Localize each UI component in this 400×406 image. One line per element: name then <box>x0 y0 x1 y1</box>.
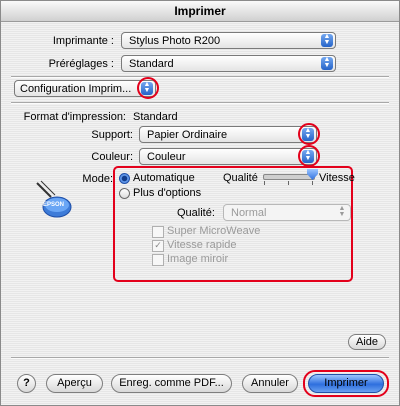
panel-select[interactable]: Configuration Imprim... ▲ ▼ <box>14 80 156 97</box>
vitesse-rapide-label: Vitesse rapide <box>167 239 237 251</box>
support-label: Support: <box>91 129 133 141</box>
radio-more-options[interactable] <box>119 188 130 199</box>
super-microweave-label: Super MicroWeave <box>167 225 261 237</box>
preview-button[interactable]: Aperçu <box>46 374 103 393</box>
panel-value: Configuration Imprim... <box>20 83 132 95</box>
slider-tick <box>264 181 265 185</box>
title-bar: Imprimer <box>1 1 399 22</box>
epson-printer-icon: EPSON <box>31 177 75 221</box>
radio-automatic[interactable] <box>119 173 130 184</box>
presets-select[interactable]: Standard ▲ ▼ <box>121 55 336 72</box>
printer-label: Imprimante : <box>52 35 114 47</box>
help-icon[interactable]: ? <box>17 374 36 393</box>
epson-logo-text: EPSON <box>43 202 65 208</box>
save-pdf-button[interactable]: Enreg. comme PDF... <box>111 374 232 393</box>
print-dialog: Imprimer Imprimante : Stylus Photo R200 … <box>0 0 400 406</box>
radio-automatic-label: Automatique <box>133 172 195 184</box>
printer-select[interactable]: Stylus Photo R200 ▲ ▼ <box>121 32 336 49</box>
help-small-button[interactable]: Aide <box>348 334 386 350</box>
checkbox-vitesse-rapide[interactable]: ✓ <box>152 240 164 252</box>
updown-arrows-icon: ▲ ▼ <box>338 205 346 218</box>
quality-label: Qualité: <box>177 207 215 219</box>
updown-arrows-icon: ▲ ▼ <box>321 56 333 70</box>
highlight-box <box>303 370 389 397</box>
presets-value: Standard <box>129 58 174 70</box>
separator <box>11 76 389 78</box>
separator <box>11 102 389 104</box>
support-value: Papier Ordinaire <box>147 129 228 141</box>
color-select[interactable]: Couleur ▲ ▼ <box>139 148 317 165</box>
presets-label: Préréglages : <box>48 58 114 70</box>
updown-arrows-icon: ▲ ▼ <box>321 33 333 47</box>
color-label: Couleur: <box>91 151 133 163</box>
slider-tick <box>288 181 289 185</box>
slider-left-label: Qualité <box>223 172 258 184</box>
separator <box>11 357 389 359</box>
image-miroir-label: Image miroir <box>167 253 229 265</box>
color-value: Couleur <box>147 151 186 163</box>
slider-right-label: Vitesse <box>319 172 355 184</box>
quality-select[interactable]: Normal ▲ ▼ <box>223 204 351 221</box>
checkbox-super-microweave[interactable] <box>152 226 164 238</box>
printer-value: Stylus Photo R200 <box>129 35 221 47</box>
checkbox-image-miroir[interactable] <box>152 254 164 266</box>
format-value: Standard <box>133 111 178 123</box>
support-select[interactable]: Papier Ordinaire ▲ ▼ <box>139 126 317 143</box>
window-title: Imprimer <box>174 4 226 18</box>
format-label: Format d'impression: <box>23 111 126 123</box>
cancel-button[interactable]: Annuler <box>242 374 298 393</box>
quality-value: Normal <box>231 207 267 219</box>
highlight-circle <box>137 77 159 99</box>
quality-speed-slider[interactable] <box>263 174 315 180</box>
radio-more-options-label: Plus d'options <box>133 187 202 199</box>
mode-label: Mode: <box>82 173 113 185</box>
highlight-circle <box>298 123 320 145</box>
slider-tick <box>312 181 313 185</box>
highlight-circle <box>298 145 320 167</box>
